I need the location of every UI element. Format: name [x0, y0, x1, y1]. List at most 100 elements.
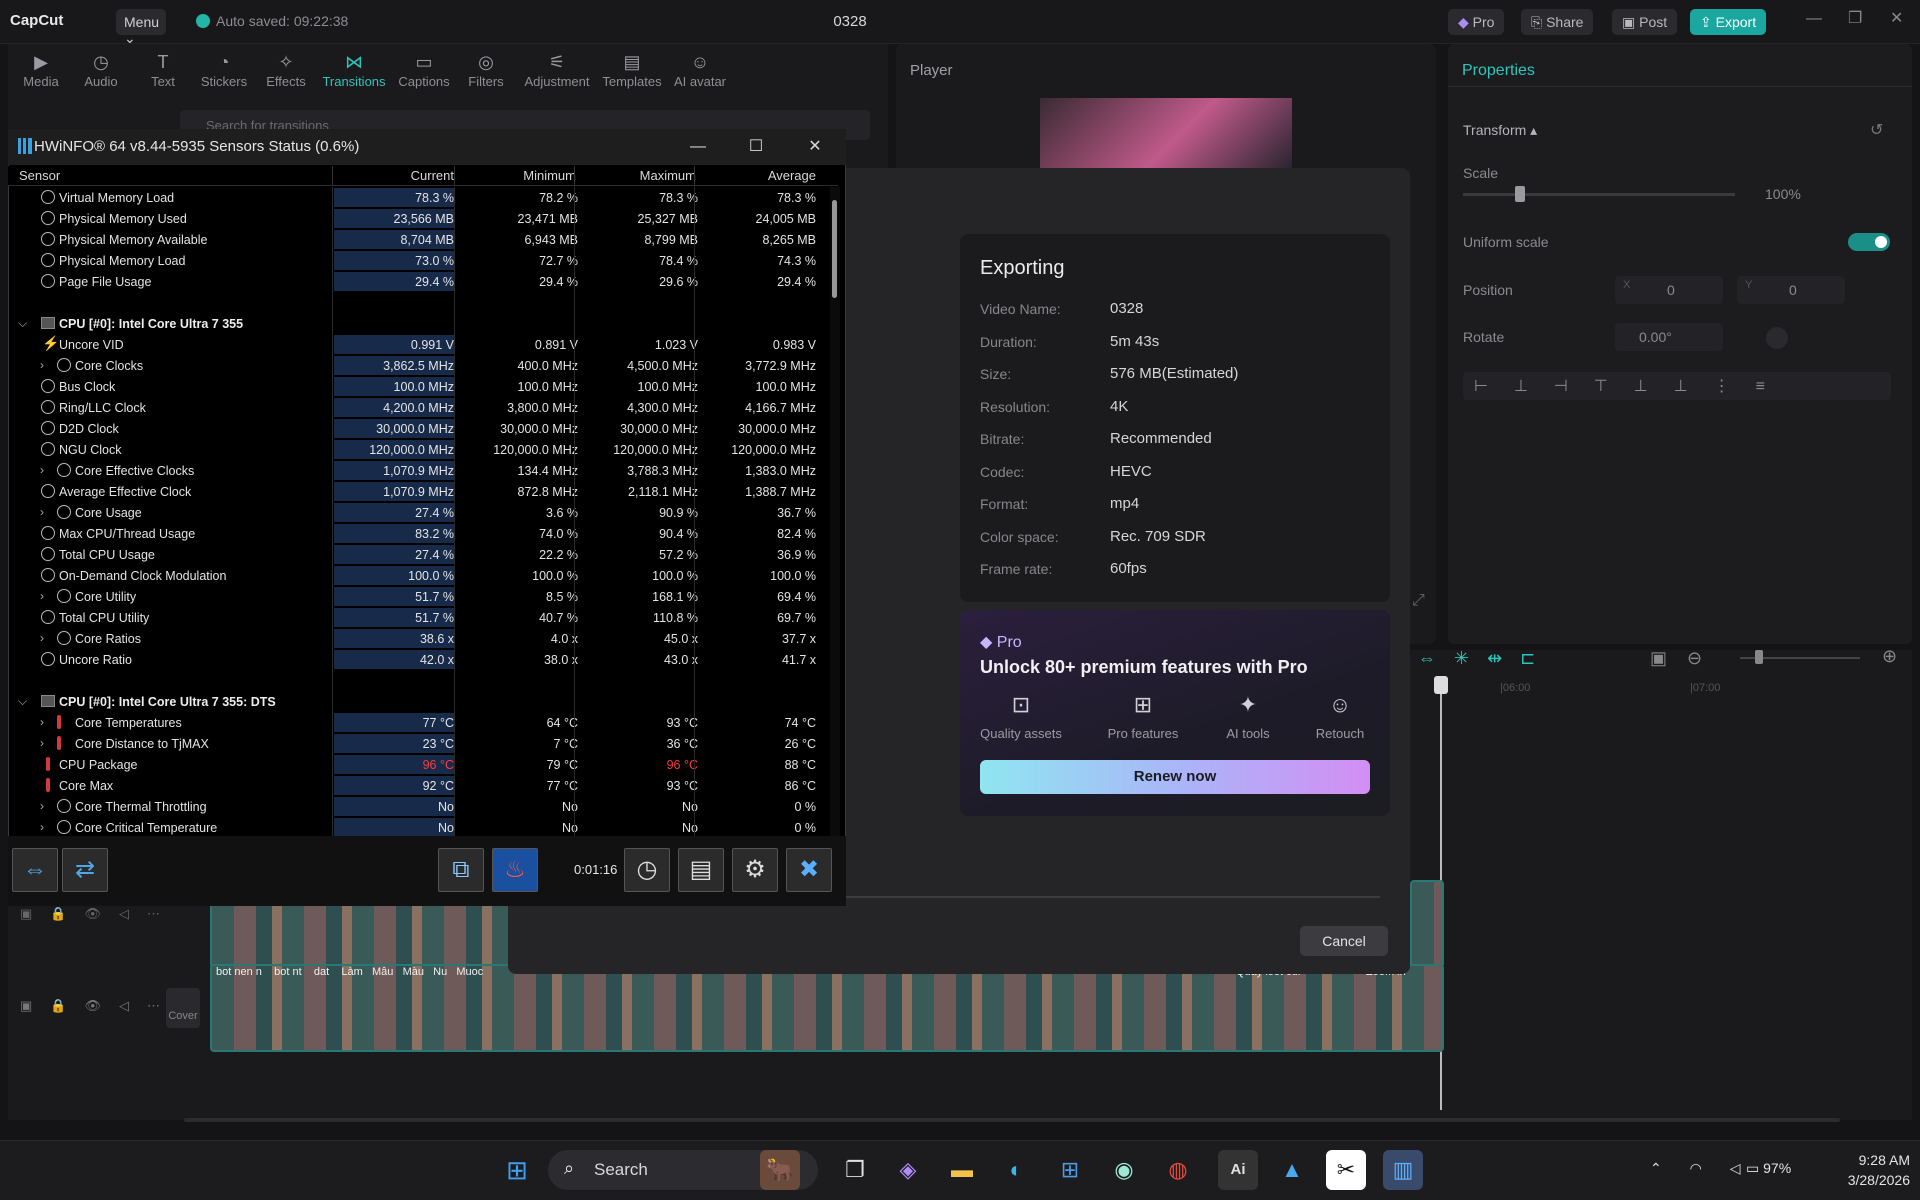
timeline-scrollbar[interactable]	[184, 1118, 1840, 1122]
sensor-group-row[interactable]: ⌵ CPU [#0]: Intel Core Ultra 7 355	[8, 313, 822, 334]
zoom-in-icon[interactable]: ⊕	[1882, 646, 1897, 667]
tab-filters[interactable]: ◎ Filters	[451, 52, 521, 89]
tab-effects[interactable]: ✧ Effects	[251, 52, 321, 89]
renew-now-button[interactable]: Renew now	[980, 760, 1370, 794]
expand-columns-icon[interactable]: ⇔	[12, 848, 58, 892]
sensor-row[interactable]: › Core Effective Clocks 1,070.9 MHz 134.4 M…	[8, 460, 822, 481]
tab-captions[interactable]: ▭ Captions	[389, 52, 459, 89]
close-icon[interactable]: ✕	[1890, 8, 1903, 28]
collapse-columns-icon[interactable]: ⇄	[62, 848, 108, 892]
store-icon[interactable]: ⊞	[1050, 1150, 1090, 1190]
sensor-row[interactable]: Virtual Memory Load 78.3 % 78.2 % 78.3 % 78.…	[8, 187, 822, 208]
sensor-row[interactable]: Core Max 92 °C 77 °C 93 °C 86 °C	[8, 775, 822, 796]
rotate-field[interactable]: 0.00°	[1615, 323, 1723, 351]
column-header[interactable]: Current	[334, 168, 454, 183]
uniform-scale-toggle[interactable]	[1848, 233, 1890, 251]
chrome-icon[interactable]: ◍	[1158, 1150, 1198, 1190]
expand-chevron-icon[interactable]: ›	[40, 736, 44, 750]
cancel-button[interactable]: Cancel	[1300, 926, 1388, 956]
tab-transitions[interactable]: ⋈ Transitions	[319, 52, 389, 89]
sensor-row[interactable]: › Core Clocks 3,862.5 MHz 400.0 MHz 4,500.0 …	[8, 355, 822, 376]
task-view-icon[interactable]: ❐	[835, 1150, 875, 1190]
scale-value[interactable]: 100%	[1765, 186, 1801, 202]
menu-button[interactable]: Menu ⌄	[116, 9, 166, 46]
expand-chevron-icon[interactable]: ›	[40, 799, 44, 813]
tab-adjustment[interactable]: ⚟ Adjustment	[521, 52, 593, 89]
expand-chevron-icon[interactable]: ›	[40, 463, 44, 477]
sensor-row[interactable]: › Core Thermal Throttling No No No 0 %	[8, 796, 822, 817]
maximize-icon[interactable]: ☐	[738, 134, 774, 160]
tab-text[interactable]: T Text	[128, 52, 198, 89]
minimize-icon[interactable]: —	[1806, 10, 1822, 28]
close-sensors-icon[interactable]: ✖	[786, 848, 832, 892]
file-explorer-icon[interactable]: ▬	[942, 1150, 982, 1190]
zoom-slider-handle[interactable]	[1755, 650, 1763, 664]
expand-chevron-icon[interactable]: ›	[40, 358, 44, 372]
sensor-row[interactable]: › Core Usage 27.4 % 3.6 % 90.9 % 36.7 %	[8, 502, 822, 523]
sensor-row[interactable]: Physical Memory Available 8,704 MB 6,943 M…	[8, 229, 822, 250]
sensor-row[interactable]: ⚡ Uncore VID 0.991 V 0.891 V 1.023 V 0.983 V	[8, 334, 822, 355]
timeline-tools-icons[interactable]: ⇔✳⇹⊏	[1418, 648, 1553, 669]
pro-button[interactable]: ◆ Pro	[1448, 9, 1505, 35]
app-icon[interactable]: ◉	[1104, 1150, 1144, 1190]
cover-button[interactable]: Cover	[166, 988, 200, 1028]
restore-icon[interactable]: ❐	[1848, 8, 1862, 28]
column-header[interactable]: Sensor	[19, 168, 60, 183]
sensor-row[interactable]: Total CPU Utility 51.7 % 40.7 % 110.8 % 69.7…	[8, 607, 822, 628]
minimize-icon[interactable]: —	[680, 134, 716, 160]
sensor-row[interactable]: NGU Clock 120,000.0 MHz 120,000.0 MHz 120,0…	[8, 439, 822, 460]
sensor-row[interactable]: CPU Package 96 °C 79 °C 96 °C 88 °C	[8, 754, 822, 775]
expand-chevron-icon[interactable]: ›	[40, 631, 44, 645]
sensor-row[interactable]: Total CPU Usage 27.4 % 22.2 % 57.2 % 36.9 %	[8, 544, 822, 565]
sensor-row[interactable]: Bus Clock 100.0 MHz 100.0 MHz 100.0 MHz 100.…	[8, 376, 822, 397]
feature-ai-tools[interactable]: ✦ AI tools	[1198, 692, 1298, 741]
sensor-row[interactable]: › Core Temperatures 77 °C 64 °C 93 °C 74 °C	[8, 712, 822, 733]
tab-audio[interactable]: ◷ Audio	[66, 52, 136, 89]
edge-icon[interactable]: ◐	[996, 1150, 1036, 1190]
feature-quality-assets[interactable]: ⊡ Quality assets	[971, 692, 1071, 741]
align-icons[interactable]: ⊢⊥⊣⊤⊥⊥⋮≡	[1474, 376, 1791, 396]
sensor-row[interactable]: › Core Distance to TjMAX 23 °C 7 °C 36 °C 26 …	[8, 733, 822, 754]
main-track-controls[interactable]: ▣🔒👁◁⋯	[20, 998, 178, 1014]
tab-ai-avatar[interactable]: ☺ AI avatar	[665, 52, 735, 89]
sensor-row[interactable]	[8, 670, 822, 691]
sensor-row[interactable]: Uncore Ratio 42.0 x 38.0 x 43.0 x 41.7 x	[8, 649, 822, 670]
sensor-row[interactable]: Physical Memory Used 23,566 MB 23,471 MB 25…	[8, 208, 822, 229]
sensor-row[interactable]: Physical Memory Load 73.0 % 72.7 % 78.4 % 74…	[8, 250, 822, 271]
reset-icon[interactable]: ↺	[1870, 120, 1883, 140]
sensor-row[interactable]: Max CPU/Thread Usage 83.2 % 74.0 % 90.4 % 82…	[8, 523, 822, 544]
feature-retouch[interactable]: ☺ Retouch	[1290, 692, 1390, 741]
ai-app-icon[interactable]: Ai	[1218, 1150, 1258, 1190]
scale-slider-handle[interactable]	[1515, 186, 1525, 202]
video-clip-track-1b[interactable]	[1410, 880, 1444, 968]
photos-icon[interactable]: ▲	[1272, 1150, 1312, 1190]
zoom-icons[interactable]: ▣⊖	[1650, 648, 1722, 669]
transform-label[interactable]: Transform ▴	[1463, 122, 1537, 139]
expand-chevron-icon[interactable]: ›	[40, 505, 44, 519]
fire-icon[interactable]: ♨	[492, 848, 538, 892]
scale-slider[interactable]	[1463, 193, 1735, 196]
sensor-scrollbar-thumb[interactable]	[832, 200, 837, 298]
network-icon[interactable]: ⧉	[438, 848, 484, 892]
close-icon[interactable]: ✕	[797, 134, 833, 160]
tab-stickers[interactable]: ◔ Stickers	[189, 52, 259, 89]
capcut-taskbar-icon[interactable]: ✂	[1326, 1150, 1366, 1190]
position-x-field[interactable]: X0	[1615, 276, 1723, 304]
feature-pro-features[interactable]: ⊞ Pro features	[1093, 692, 1193, 741]
track-controls[interactable]: ▣🔒👁◁⋯	[20, 906, 178, 922]
sensor-row[interactable]: Average Effective Clock 1,070.9 MHz 872.8 …	[8, 481, 822, 502]
copilot-icon[interactable]: ◈	[888, 1150, 928, 1190]
collapse-chevron-icon[interactable]: ⌵	[18, 316, 27, 331]
expand-chevron-icon[interactable]: ›	[40, 715, 44, 729]
sensor-row[interactable]: Page File Usage 29.4 % 29.4 % 29.6 % 29.4 %	[8, 271, 822, 292]
settings-gear-icon[interactable]: ⚙	[732, 848, 778, 892]
position-y-field[interactable]: Y0	[1737, 276, 1845, 304]
expand-chevron-icon[interactable]: ›	[40, 589, 44, 603]
tray-icons[interactable]: ⌃ ◠ ◁	[1650, 1160, 1753, 1177]
post-button[interactable]: ▣ Post	[1612, 9, 1678, 35]
hwinfo-taskbar-icon[interactable]: ▥	[1383, 1150, 1423, 1190]
sensor-row[interactable]: D2D Clock 30,000.0 MHz 30,000.0 MHz 30,000.…	[8, 418, 822, 439]
sensor-row[interactable]: Ring/LLC Clock 4,200.0 MHz 3,800.0 MHz 4,30…	[8, 397, 822, 418]
taskbar-clock[interactable]: 9:28 AM 3/28/2026	[1810, 1150, 1910, 1190]
column-header[interactable]: Minimum	[456, 168, 576, 183]
